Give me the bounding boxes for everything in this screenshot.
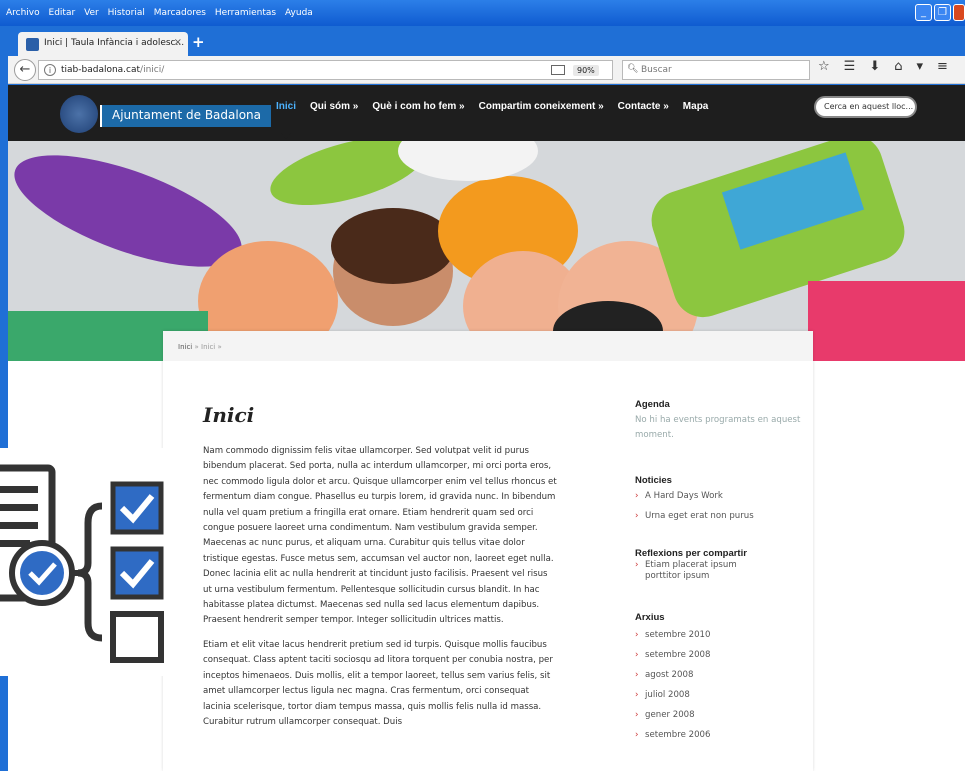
city-seal-logo[interactable] xyxy=(60,95,98,133)
minimize-button[interactable]: _ xyxy=(915,4,932,21)
noticia-link[interactable]: Urna eget erat non purus xyxy=(635,506,805,526)
info-icon[interactable]: i xyxy=(44,64,56,76)
menu-editar[interactable]: Editar xyxy=(49,8,76,18)
arxius-list: setembre 2010 setembre 2008 agost 2008 j… xyxy=(635,625,805,745)
site-search-input[interactable]: Cerca en aquest lloc... xyxy=(814,96,917,118)
browser-search-input[interactable]: 🔍︎ Buscar xyxy=(622,60,810,80)
agenda-text: No hi ha events programats en aquest mom… xyxy=(635,415,801,440)
reflexio-link[interactable]: Etiam placerat ipsum porttitor ipsum xyxy=(635,560,755,582)
arxiu-link[interactable]: agost 2008 xyxy=(635,665,805,685)
arxiu-link[interactable]: setembre 2008 xyxy=(635,645,805,665)
close-window-button[interactable] xyxy=(953,4,965,21)
content-card: Inici » Inici » Inici Nam commodo dignis… xyxy=(163,331,813,771)
arxiu-link[interactable]: setembre 2010 xyxy=(635,625,805,645)
open-menu-icon[interactable]: ≡ xyxy=(937,59,948,74)
url-host: tiab-badalona.cat xyxy=(61,65,141,75)
site-favicon-icon xyxy=(26,38,39,51)
bookmark-star-icon[interactable]: ☆ xyxy=(818,59,830,74)
reader-view-icon[interactable] xyxy=(551,65,565,75)
browser-navbar: ← i tiab-badalona.cat/inici/ 90% ↻ 🔍︎ Bu… xyxy=(8,56,965,84)
nav-qui-som[interactable]: Qui sóm » xyxy=(310,101,358,112)
paragraph-1: Nam commodo dignissim felis vitae ullamc… xyxy=(203,446,557,626)
breadcrumb-current: Inici xyxy=(201,343,216,351)
toys-illustration xyxy=(8,141,965,361)
menu-historial[interactable]: Historial xyxy=(108,8,145,18)
checklist-illustration xyxy=(0,448,170,676)
arxiu-link[interactable]: gener 2008 xyxy=(635,705,805,725)
breadcrumb-home[interactable]: Inici xyxy=(178,343,192,351)
pocket-icon[interactable]: ▾ xyxy=(916,59,923,74)
menu-ver[interactable]: Ver xyxy=(84,8,99,18)
downloads-icon[interactable]: ⬇ xyxy=(869,59,880,74)
nav-pointer xyxy=(281,133,291,139)
checklist-icon xyxy=(0,464,164,663)
main-nav: Inici Qui sóm » Què i com ho fem » Compa… xyxy=(276,101,708,112)
browser-menubar: Archivo Editar Ver Historial Marcadores … xyxy=(0,0,965,26)
tab-strip: Inici | Taula Infància i adolesc... × + xyxy=(8,26,965,56)
home-icon[interactable]: ⌂ xyxy=(894,59,902,74)
menu-ayuda[interactable]: Ayuda xyxy=(285,8,313,18)
site-header: Ajuntament de Badalona Inici Qui sóm » Q… xyxy=(8,85,965,141)
hero-banner-image xyxy=(8,141,965,361)
arxiu-link[interactable]: setembre 2006 xyxy=(635,725,805,745)
reflexions-list: Etiam placerat ipsum porttitor ipsum xyxy=(635,560,805,582)
zoom-level[interactable]: 90% xyxy=(573,65,599,76)
nav-compartim[interactable]: Compartim coneixement » xyxy=(479,101,604,112)
noticies-heading: Noticies xyxy=(635,475,672,486)
search-icon: 🔍︎ xyxy=(627,64,639,74)
noticies-list: A Hard Days Work Urna eget erat non puru… xyxy=(635,486,805,526)
breadcrumb-separator: » xyxy=(194,343,199,351)
nav-mapa[interactable]: Mapa xyxy=(683,101,709,112)
sidebar: Agenda No hi ha events programats en aqu… xyxy=(635,399,805,745)
agenda-heading: Agenda xyxy=(635,399,670,410)
browser-search-placeholder: Buscar xyxy=(641,65,672,75)
site-name[interactable]: Ajuntament de Badalona xyxy=(100,105,272,127)
tab-inici[interactable]: Inici | Taula Infància i adolesc... × xyxy=(18,32,188,56)
url-path: /inici/ xyxy=(140,65,165,75)
nav-inici[interactable]: Inici xyxy=(276,101,296,112)
tab-title: Inici | Taula Infància i adolesc... xyxy=(44,38,185,48)
arxiu-link[interactable]: juliol 2008 xyxy=(635,685,805,705)
nav-contacte[interactable]: Contacte » xyxy=(618,101,669,112)
toolbar-icons: ☆ ☰ ⬇ ⌂ ▾ ≡ xyxy=(818,59,948,74)
menu-herramientas[interactable]: Herramientas xyxy=(215,8,276,18)
menu-archivo[interactable]: Archivo xyxy=(6,8,40,18)
reflexions-heading: Reflexions per compartir xyxy=(635,548,747,559)
page-title: Inici xyxy=(203,403,255,427)
close-tab-icon[interactable]: × xyxy=(174,37,182,48)
address-bar[interactable]: i tiab-badalona.cat/inici/ 90% ↻ xyxy=(38,60,640,80)
article-body: Nam commodo dignissim felis vitae ullamc… xyxy=(203,444,558,739)
arxius-heading: Arxius xyxy=(635,612,665,623)
new-tab-button[interactable]: + xyxy=(192,33,205,51)
menu-marcadores[interactable]: Marcadores xyxy=(154,8,206,18)
bookmarks-list-icon[interactable]: ☰ xyxy=(844,59,856,74)
noticia-link[interactable]: A Hard Days Work xyxy=(635,486,805,506)
paragraph-2: Etiam et elit vitae lacus hendrerit pret… xyxy=(203,639,553,727)
restore-button[interactable]: ❐ xyxy=(934,4,951,21)
nav-que-fem[interactable]: Què i com ho fem » xyxy=(372,101,464,112)
back-arrow-icon[interactable]: ← xyxy=(14,59,36,81)
breadcrumb-separator-end: » xyxy=(217,343,222,351)
breadcrumb: Inici » Inici » xyxy=(163,331,813,361)
window-controls: _ ❐ xyxy=(915,4,965,21)
